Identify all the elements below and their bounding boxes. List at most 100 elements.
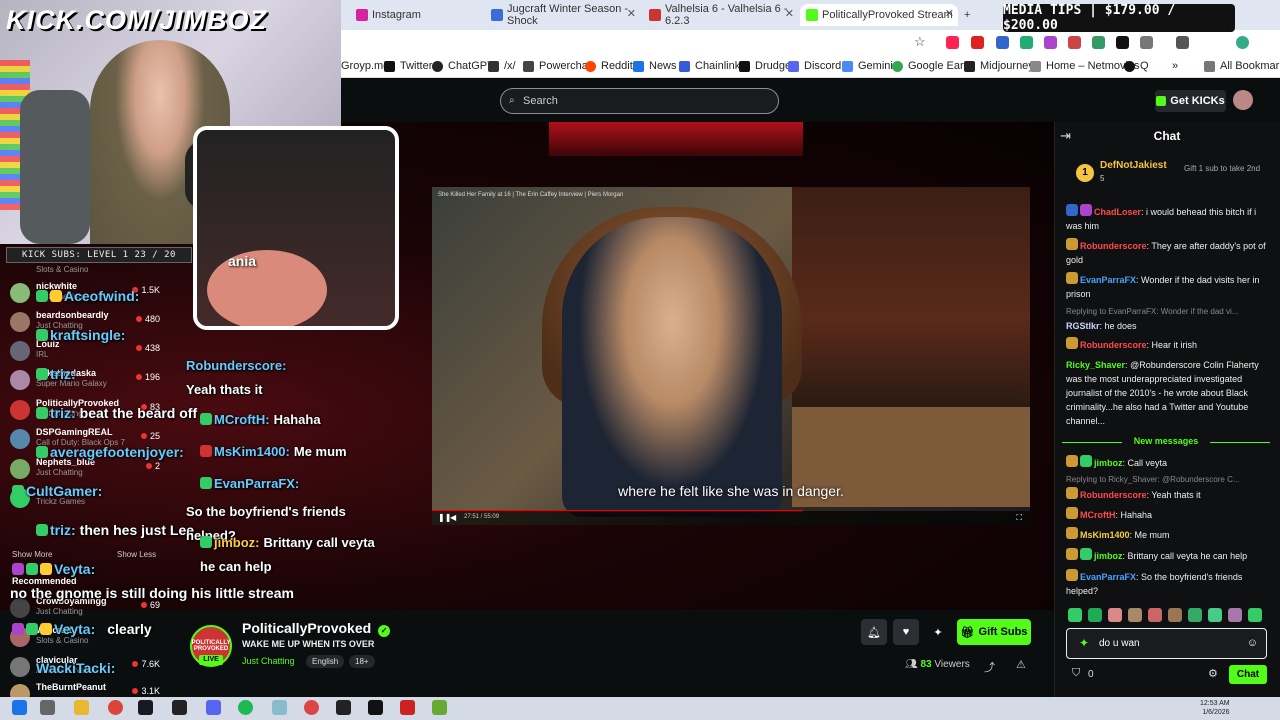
chat-username[interactable]: Robunderscore <box>1080 340 1147 350</box>
extension-icon[interactable] <box>1068 36 1081 49</box>
spotify-icon[interactable] <box>238 700 253 715</box>
new-tab-button[interactable]: + <box>958 4 978 26</box>
tab-valhelsia[interactable]: Valhelsia 6 - Valhelsia 6 - 6.2.3 ✕ <box>643 3 798 27</box>
volume-icon[interactable]: ◀ <box>450 513 456 522</box>
following-category: Slots & Casino <box>36 265 89 274</box>
chat-username[interactable]: Robunderscore <box>1080 241 1147 251</box>
chat-username[interactable]: ChadLoser <box>1094 207 1141 217</box>
puzzle-icon[interactable] <box>1140 36 1153 49</box>
emote-icon[interactable] <box>1128 608 1142 622</box>
emote-icon[interactable] <box>1148 608 1162 622</box>
bookmark[interactable]: Midjourney <box>964 60 1034 72</box>
emote-icon[interactable] <box>1208 608 1222 622</box>
bookmark[interactable]: News <box>633 60 677 72</box>
minecraft-icon[interactable] <box>432 700 447 715</box>
stream-tag[interactable]: English <box>306 655 345 668</box>
chrome-icon[interactable] <box>108 700 123 715</box>
following-item[interactable]: Lukethedaska Super Mario Galaxy 196 <box>10 368 160 392</box>
gift-subs-button[interactable]: 🎁︎ Gift Subs <box>957 619 1031 645</box>
bookmark[interactable]: Groyp.me <box>341 60 389 72</box>
chat-username[interactable]: jimboz <box>1094 551 1123 561</box>
emoji-icon[interactable]: ☺ <box>1247 629 1258 658</box>
stream-category[interactable]: Just Chatting <box>242 656 295 666</box>
discord-icon[interactable] <box>206 700 221 715</box>
user-avatar[interactable] <box>1233 90 1253 110</box>
chat-username[interactable]: EvanParraFX <box>1080 275 1136 285</box>
close-icon[interactable]: ✕ <box>627 7 636 20</box>
tab-jugcraft[interactable]: Jugcraft Winter Season - Shock ✕ <box>485 3 640 27</box>
search-input[interactable]: ⌕ Search <box>500 88 779 114</box>
x-icon[interactable] <box>1116 36 1129 49</box>
terminal-icon[interactable] <box>172 700 187 715</box>
close-icon[interactable]: ✕ <box>785 7 794 20</box>
x-icon[interactable] <box>368 700 383 715</box>
windows-start-icon[interactable] <box>12 700 27 715</box>
chat-username[interactable]: MCroftH <box>1080 510 1116 520</box>
emote-icon[interactable] <box>1168 608 1182 622</box>
sidebar-icon[interactable] <box>1176 36 1189 49</box>
steam-icon[interactable] <box>138 700 153 715</box>
bookmark-all[interactable]: All Bookmarks <box>1204 60 1280 72</box>
bookmark[interactable]: Powerchat <box>523 60 591 72</box>
filezilla-icon[interactable] <box>400 700 415 715</box>
emote-icon[interactable] <box>1088 608 1102 622</box>
share-icon[interactable]: ⤴ <box>984 659 995 675</box>
bookmark[interactable]: Reddit <box>585 60 633 72</box>
bookmark[interactable]: Google Earth <box>892 60 973 72</box>
bookmark[interactable]: Drudge <box>739 60 791 72</box>
emote-icon[interactable] <box>1248 608 1262 622</box>
extension-icon[interactable] <box>1092 36 1105 49</box>
extension-icon[interactable] <box>971 36 984 49</box>
send-chat-button[interactable]: Chat <box>1229 665 1267 684</box>
show-less-link[interactable]: Show Less <box>117 550 156 559</box>
show-more-link[interactable]: Show More <box>12 550 52 559</box>
chat-username[interactable]: Robunderscore <box>1080 490 1147 500</box>
system-clock[interactable]: 12:53 AM 1/6/2026 <box>1200 699 1230 717</box>
follow-button[interactable]: ♥ <box>893 619 919 645</box>
chat-username[interactable]: jimboz <box>1094 458 1123 468</box>
bookmarks-overflow[interactable]: » <box>1172 60 1178 72</box>
extension-icon[interactable] <box>996 36 1009 49</box>
notifications-button[interactable]: 🔔︎ <box>861 619 887 645</box>
following-item[interactable]: Nephets_blue Just Chatting 2 <box>10 457 160 481</box>
emote-icon[interactable] <box>1228 608 1242 622</box>
close-icon[interactable]: ✕ <box>945 7 954 20</box>
file-explorer-icon[interactable] <box>74 700 89 715</box>
bookmark[interactable]: ChatGPT <box>432 60 494 72</box>
extension-icon[interactable] <box>1044 36 1057 49</box>
obs-icon[interactable] <box>304 700 319 715</box>
bookmark[interactable]: Q <box>1124 60 1149 72</box>
settings-icon[interactable]: ⚙ <box>1208 667 1218 680</box>
bookmark[interactable]: Twitter <box>384 60 432 72</box>
emote-icon[interactable] <box>1108 608 1122 622</box>
task-view-icon[interactable] <box>40 700 55 715</box>
profile-icon[interactable] <box>1236 36 1249 49</box>
star-icon[interactable]: ☆ <box>914 34 926 50</box>
get-kicks-button[interactable]: Get KICKs <box>1155 90 1226 112</box>
fullscreen-icon[interactable]: ⛶ <box>1016 513 1022 523</box>
chat-message: Replying to EvanParraFX: Wonder if the d… <box>1066 305 1270 333</box>
embedded-video[interactable]: She Killed Her Family at 16 | The Erin C… <box>432 187 1030 525</box>
boost-button[interactable]: ✦ <box>925 619 951 645</box>
extension-icon[interactable] <box>1020 36 1033 49</box>
emote-icon[interactable] <box>1068 608 1082 622</box>
bookmark[interactable]: /x/ <box>488 60 516 72</box>
chat-input[interactable]: ✦ do u wan ☺ <box>1066 628 1267 659</box>
kicks-icon[interactable]: ⛉ <box>1072 667 1080 680</box>
chat-username[interactable]: MsKim1400 <box>1080 530 1130 540</box>
extension-icon[interactable] <box>946 36 959 49</box>
chat-username[interactable]: EvanParraFX <box>1080 572 1136 582</box>
bookmark[interactable]: Chainlink <box>679 60 740 72</box>
app-icon[interactable] <box>272 700 287 715</box>
report-icon[interactable]: ⚠ <box>1016 658 1026 671</box>
chat-username[interactable]: RGStlkr <box>1066 321 1100 331</box>
emote-icon[interactable] <box>1188 608 1202 622</box>
stream-tag[interactable]: 18+ <box>349 655 375 668</box>
tab-kick-stream[interactable]: PoliticallyProvoked Stream ✕ <box>800 4 958 26</box>
tab-instagram[interactable]: Instagram <box>350 4 445 26</box>
chat-username[interactable]: Ricky_Shaver <box>1066 360 1125 370</box>
channel-name[interactable]: PoliticallyProvoked <box>242 620 371 636</box>
bookmark[interactable]: Gemini <box>842 60 893 72</box>
app-icon[interactable] <box>336 700 351 715</box>
bookmark[interactable]: Discord <box>788 60 841 72</box>
